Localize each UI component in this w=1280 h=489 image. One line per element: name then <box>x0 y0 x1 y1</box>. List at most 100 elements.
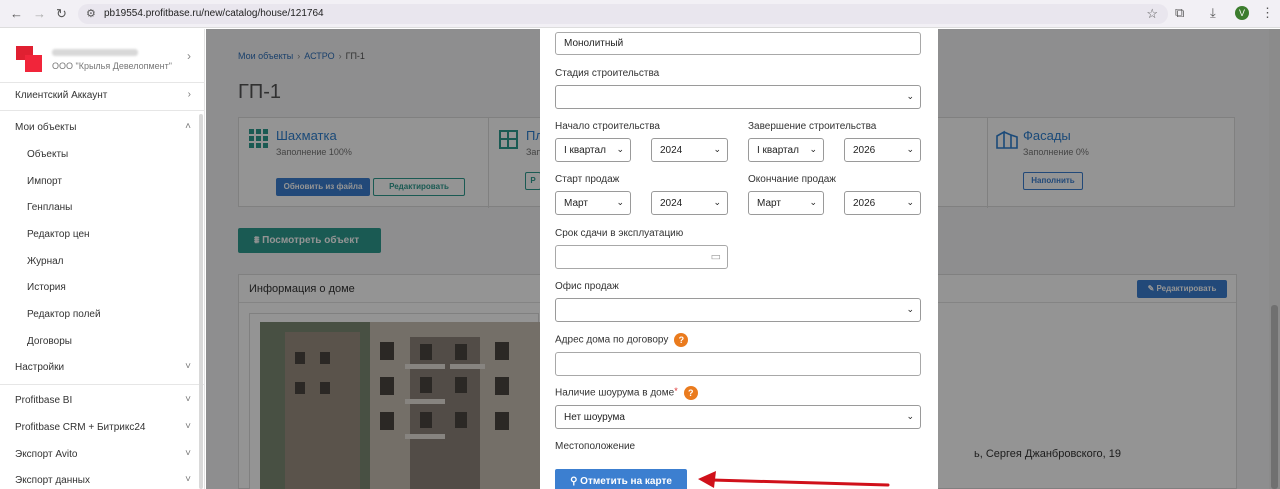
user-name-blurred <box>52 49 138 56</box>
sidebar-subitem[interactable]: История <box>0 275 205 301</box>
sidebar-subitem[interactable]: Импорт <box>0 169 205 195</box>
build-end-label: Завершение строительства <box>748 121 877 132</box>
build-end-quarter-select[interactable]: I квартал ⌄ <box>748 138 824 162</box>
sidebar-item-avito[interactable]: Экспорт Avito ˅ <box>0 442 205 468</box>
stage-label: Стадия строительства <box>555 68 660 79</box>
sidebar-item-label: Экспорт Avito <box>15 449 78 460</box>
sidebar-scrollbar[interactable] <box>199 114 203 489</box>
map-pin-icon: ⚲ <box>570 476 581 487</box>
sidebar-item-label: Profitbase CRM + Битрикс24 <box>15 422 146 433</box>
sidebar-subitem[interactable]: Договоры <box>0 329 205 355</box>
company-logo <box>16 46 42 72</box>
commission-date-input[interactable]: ▭ <box>555 245 728 269</box>
sales-start-month-select[interactable]: Март ⌄ <box>555 191 631 215</box>
sales-start-year-select[interactable]: 2024 ⌄ <box>651 191 728 215</box>
chevron-down-icon: ⌄ <box>906 304 914 314</box>
chevron-down-icon: ˅ <box>185 448 191 459</box>
chevron-down-icon: ⌄ <box>906 91 914 101</box>
build-start-year-select[interactable]: 2024 ⌄ <box>651 138 728 162</box>
chevron-down-icon: ⌄ <box>616 197 624 207</box>
arrow-right-icon[interactable]: → <box>33 6 46 21</box>
sidebar-item-label: Настройки <box>15 362 65 373</box>
red-arrow-annotation <box>698 471 890 488</box>
arrow-left-icon[interactable]: ← <box>10 6 23 21</box>
sidebar-subitem[interactable]: Журнал <box>0 249 205 275</box>
sidebar-item-my-objects[interactable]: Мои объекты ˄ <box>0 115 205 141</box>
sidebar-item-label: Редактор полей <box>27 309 101 320</box>
material-value: Монолитный <box>564 38 624 49</box>
calendar-icon[interactable]: ▭ <box>711 250 721 263</box>
sidebar-item-label: Договоры <box>27 336 72 347</box>
select-value: I квартал <box>564 145 606 156</box>
download-icon[interactable]: ⤓ <box>1210 5 1216 21</box>
sidebar-item-crm[interactable]: Profitbase CRM + Битрикс24 ˅ <box>0 415 205 441</box>
build-start-label: Начало строительства <box>555 121 660 132</box>
menu-dots-icon[interactable]: ⋮ <box>1261 5 1274 21</box>
chevron-down-icon: ˅ <box>185 474 191 485</box>
sidebar-subitem[interactable]: Генпланы <box>0 195 205 221</box>
address-bar[interactable]: ⚙ pb19554.profitbase.ru/new/catalog/hous… <box>78 4 1168 24</box>
help-icon[interactable]: ? <box>674 333 689 347</box>
chevron-right-icon: › <box>187 49 191 63</box>
profile-avatar[interactable]: V <box>1235 6 1249 20</box>
showroom-text: Наличие шоурума в доме <box>555 387 675 399</box>
org-switcher[interactable]: ООО "Крылья Девелопмент" › <box>0 29 205 83</box>
sidebar-item-label: Profitbase BI <box>15 395 73 406</box>
sidebar-item-settings[interactable]: Настройки ˅ <box>0 355 205 381</box>
select-value: 2026 <box>853 145 876 156</box>
contract-address-label: Адрес дома по договору? <box>555 333 689 347</box>
required-mark: * <box>674 386 678 396</box>
chevron-up-icon: ˄ <box>185 121 191 132</box>
contract-address-input[interactable] <box>555 352 921 376</box>
sales-end-month-select[interactable]: Март ⌄ <box>748 191 824 215</box>
build-start-quarter-select[interactable]: I квартал ⌄ <box>555 138 631 162</box>
select-value: Март <box>564 198 588 209</box>
select-value: 2024 <box>660 145 683 156</box>
chevron-down-icon: ⌄ <box>616 144 624 154</box>
chevron-down-icon: ⌄ <box>713 144 721 154</box>
sidebar-item-label: История <box>27 282 66 293</box>
sidebar: ООО "Крылья Девелопмент" › Клиентский Ак… <box>0 29 205 489</box>
reload-icon[interactable]: ↻ <box>56 6 67 22</box>
material-field[interactable]: Монолитный <box>555 32 921 55</box>
select-value: Март <box>757 198 781 209</box>
select-value: 2026 <box>853 198 876 209</box>
showroom-select[interactable]: Нет шоурума ⌄ <box>555 405 921 429</box>
mark-on-map-label: Отметить на карте <box>580 476 672 487</box>
bookmark-star-icon[interactable]: ☆ <box>1146 6 1158 22</box>
chevron-right-icon: › <box>187 89 191 100</box>
chevron-down-icon: ⌄ <box>809 197 817 207</box>
chevron-down-icon: ⌄ <box>713 197 721 207</box>
sidebar-subitem[interactable]: Редактор цен <box>0 222 205 248</box>
chevron-down-icon: ⌄ <box>809 144 817 154</box>
sidebar-item-profitbase-bi[interactable]: Profitbase BI ˅ <box>0 388 205 414</box>
browser-toolbar: ← → ↻ ⚙ pb19554.profitbase.ru/new/catalo… <box>0 0 1280 28</box>
org-name: ООО "Крылья Девелопмент" <box>52 61 172 71</box>
chevron-down-icon: ˅ <box>185 421 191 432</box>
chevron-down-icon: ˅ <box>185 394 191 405</box>
location-label: Местоположение <box>555 441 636 452</box>
sidebar-item-label: Клиентский Аккаунт <box>15 90 108 101</box>
sales-end-year-select[interactable]: 2026 ⌄ <box>844 191 921 215</box>
showroom-label: Наличие шоурума в доме*? <box>555 386 698 400</box>
sidebar-subitem[interactable]: Редактор полей <box>0 302 205 328</box>
edit-house-modal: Монолитный Стадия строительства ⌄ Начало… <box>540 29 938 489</box>
sidebar-item-client-account[interactable]: Клиентский Аккаунт › <box>0 83 205 109</box>
sidebar-item-label: Объекты <box>27 149 69 160</box>
select-value: Нет шоурума <box>564 412 625 423</box>
sidebar-item-label: Экспорт данных <box>15 475 90 486</box>
sidebar-item-label: Мои объекты <box>15 122 77 133</box>
help-icon[interactable]: ? <box>683 386 698 400</box>
sidebar-item-data-export[interactable]: Экспорт данных ˅ <box>0 468 205 489</box>
contract-address-text: Адрес дома по договору <box>555 334 669 346</box>
mark-on-map-button[interactable]: ⚲ Отметить на карте <box>555 469 687 489</box>
sales-office-select[interactable]: ⌄ <box>555 298 921 322</box>
site-info-icon[interactable]: ⚙ <box>86 7 96 20</box>
chevron-down-icon: ⌄ <box>906 197 914 207</box>
sidebar-subitem[interactable]: Объекты <box>0 142 205 168</box>
stage-select[interactable]: ⌄ <box>555 85 921 109</box>
sales-office-label: Офис продаж <box>555 281 619 292</box>
sales-end-label: Окончание продаж <box>748 174 836 185</box>
extensions-icon[interactable]: ⧉ <box>1175 5 1184 21</box>
build-end-year-select[interactable]: 2026 ⌄ <box>844 138 921 162</box>
